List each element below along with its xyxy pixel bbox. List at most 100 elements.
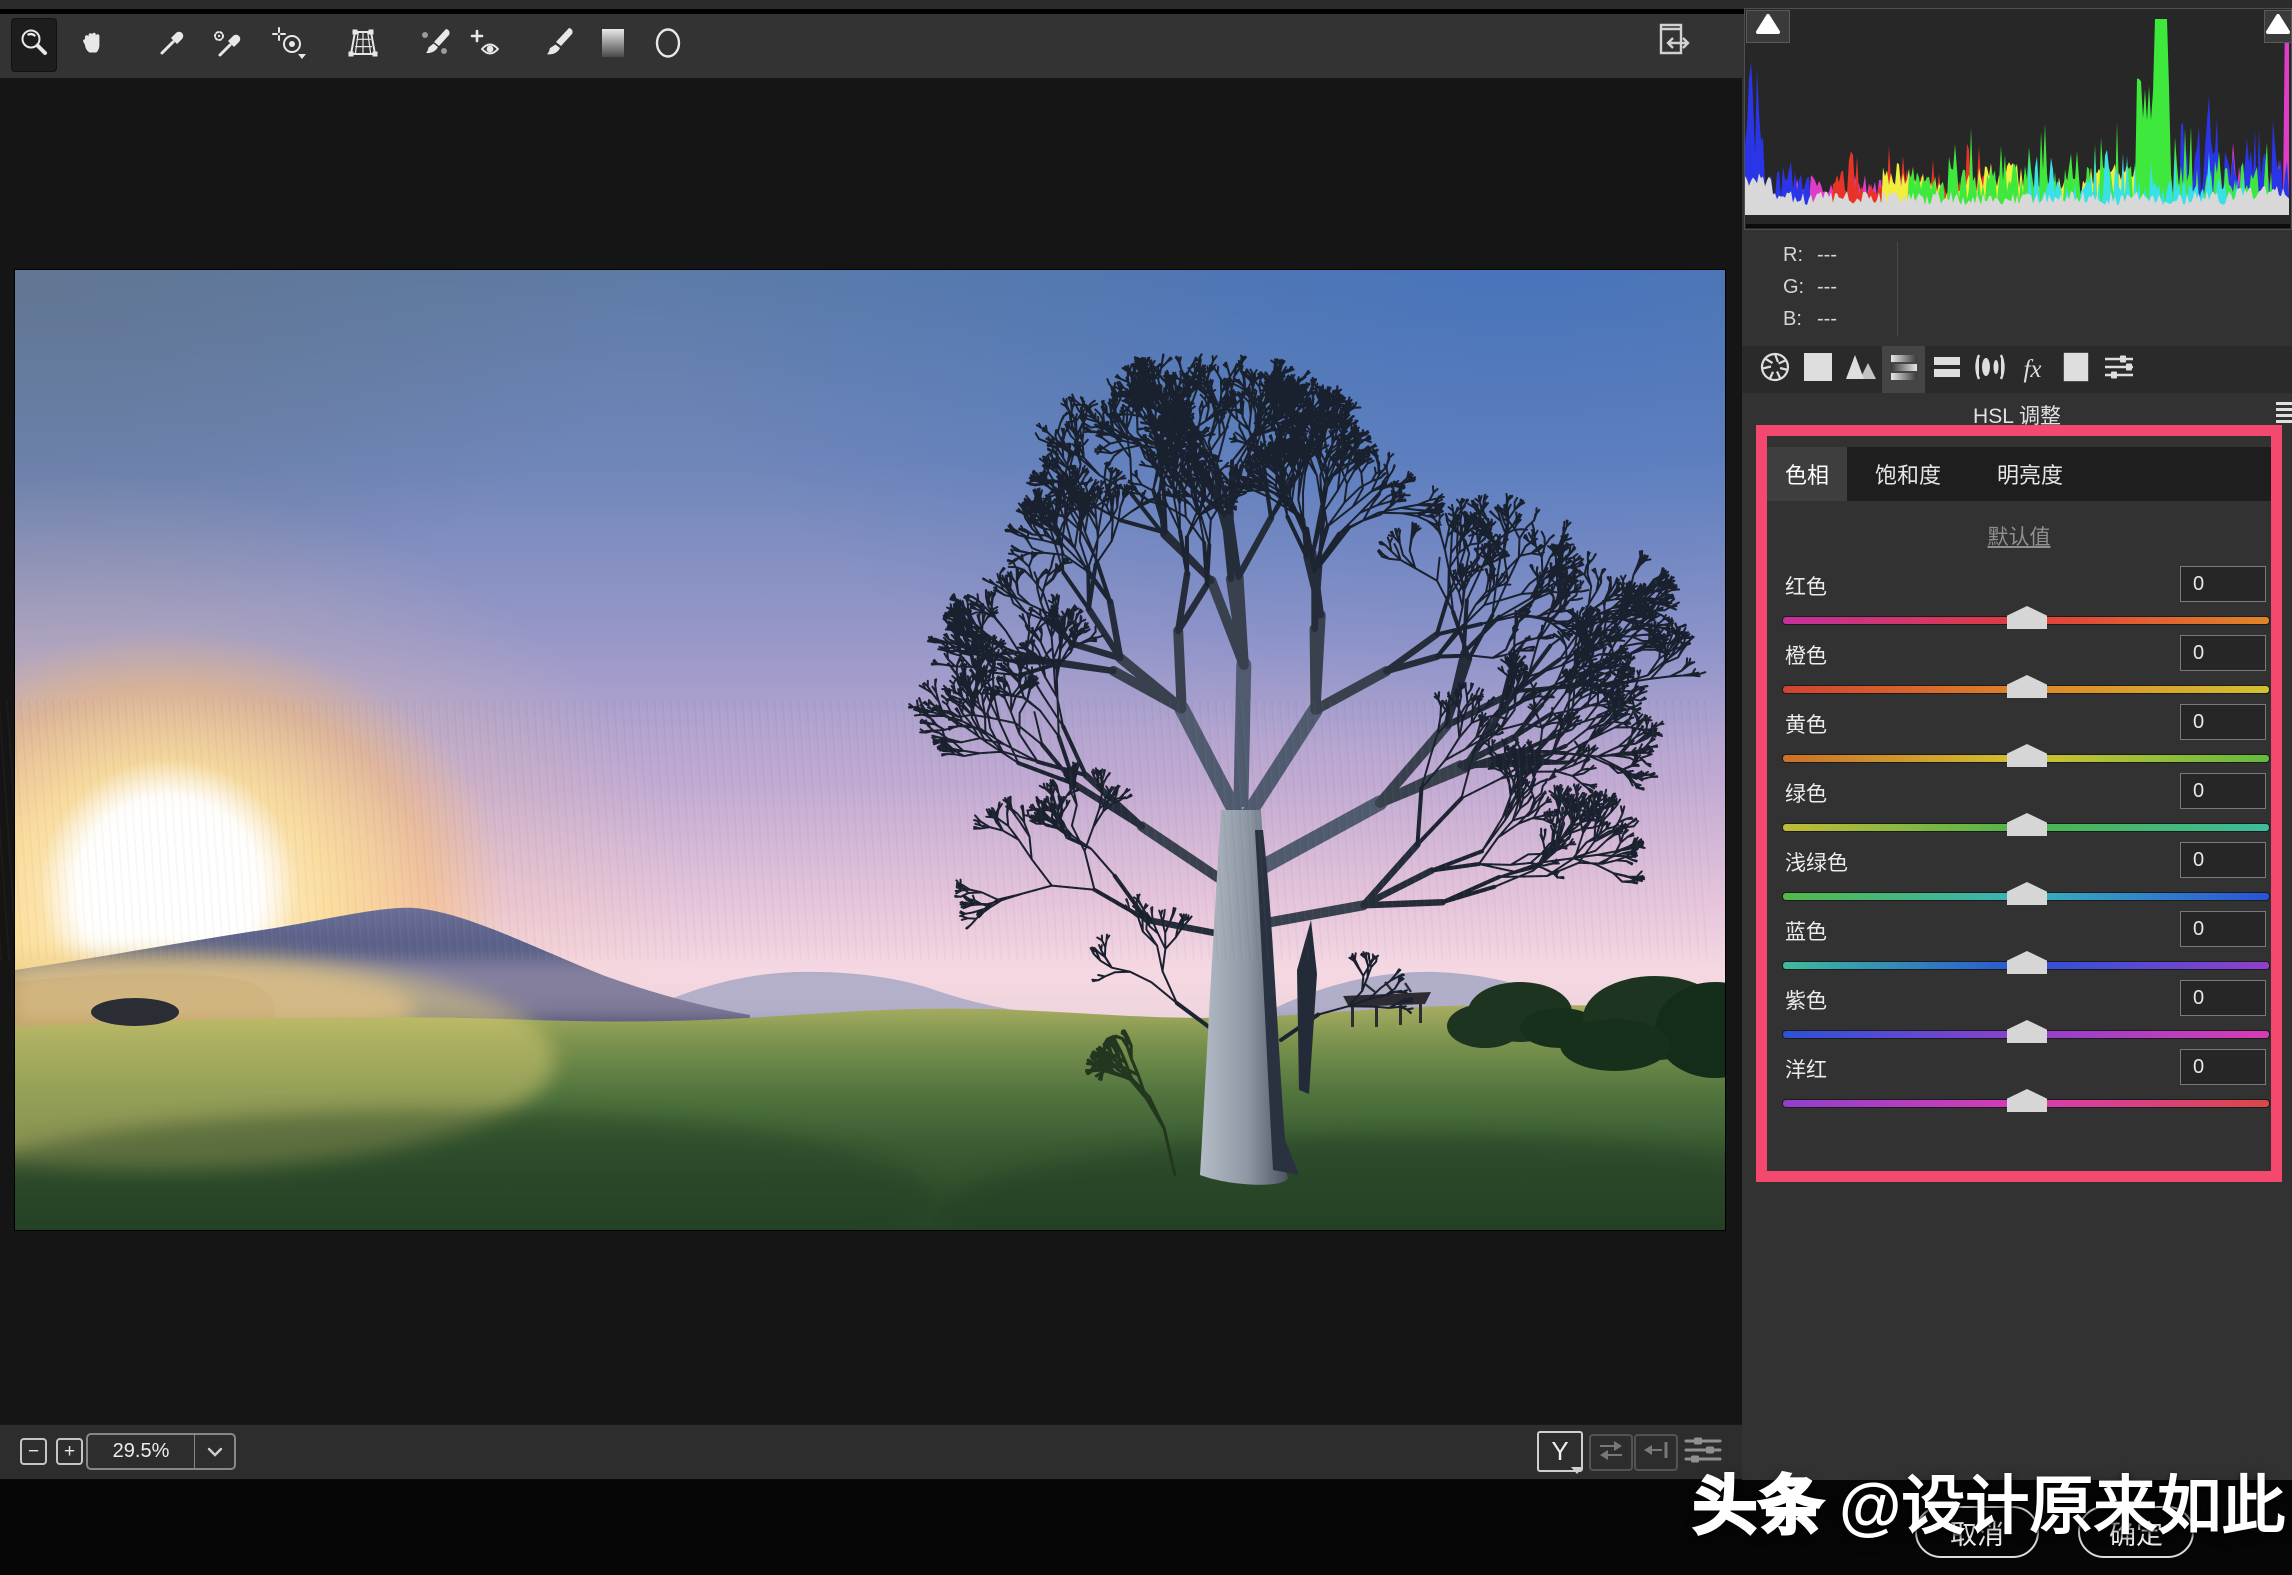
magnifier-icon (18, 27, 50, 64)
value-input[interactable]: 0 (2180, 980, 2266, 1016)
slider-orange: 橙色 0 (1781, 634, 2271, 703)
y-view-label: Y (1551, 1436, 1568, 1467)
tab-hue[interactable]: 色相 (1767, 447, 1847, 501)
arrow-to-bar-icon (1642, 1438, 1670, 1467)
perspective-grid-icon (346, 26, 380, 65)
tab-detail[interactable] (1839, 346, 1882, 393)
caret-down-icon (1571, 1467, 1583, 1474)
triangles-icon (1845, 353, 1877, 386)
targeted-adjustment-tool-button[interactable] (267, 18, 313, 72)
slider-thumb[interactable] (2007, 675, 2047, 698)
zoom-tool-button[interactable] (11, 18, 57, 72)
watermark: 头条@设计原来如此 (1693, 1455, 2285, 1547)
slider-aqua: 浅绿色 0 (1781, 841, 2271, 910)
panel-toggle-arrows-icon (1651, 17, 1695, 66)
preview-status-bar: − + 29.5% Y (0, 1424, 1742, 1479)
adjustment-tabs: fx (1742, 346, 2292, 393)
hsl-bars-icon (1889, 352, 1919, 387)
tab-lens-corrections[interactable] (1968, 346, 2011, 393)
slider-thumb[interactable] (2007, 1020, 2047, 1043)
color-sampler-tool-button[interactable] (204, 18, 250, 72)
zoom-out-button[interactable]: − (20, 1438, 47, 1465)
target-circle-icon (271, 26, 309, 65)
graduated-filter-tool-button[interactable] (590, 18, 636, 72)
hsl-subtabs: 色相 饱和度 明亮度 (1767, 447, 2271, 501)
slider-yellow: 黄色 0 (1781, 703, 2271, 772)
split-bars-icon (1932, 352, 1962, 387)
tab-hsl-grayscale[interactable] (1882, 346, 1925, 393)
value-input[interactable]: 0 (2180, 911, 2266, 947)
tab-effects[interactable]: fx (2011, 346, 2054, 393)
aperture-icon (1760, 352, 1790, 387)
brush-icon (540, 26, 574, 65)
swap-before-after-button[interactable] (1589, 1434, 1633, 1471)
value-input[interactable]: 0 (2180, 566, 2266, 602)
grass-texture-overlay (0, 700, 1710, 960)
value-input[interactable]: 0 (2180, 773, 2266, 809)
spot-removal-tool-button[interactable] (412, 18, 458, 72)
value-input[interactable]: 0 (2180, 704, 2266, 740)
tab-basic[interactable] (1753, 346, 1796, 393)
slider-thumb[interactable] (2007, 951, 2047, 974)
tab-split-toning[interactable] (1925, 346, 1968, 393)
zoom-level-select[interactable]: 29.5% (86, 1433, 236, 1470)
slider-thumb[interactable] (2007, 744, 2047, 767)
zoom-in-button[interactable]: + (56, 1438, 83, 1465)
slider-thumb[interactable] (2007, 882, 2047, 905)
gradient-square-icon (598, 26, 628, 65)
highlight-clipping-toggle[interactable] (2264, 10, 2292, 43)
slider-red: 红色 0 (1781, 565, 2271, 634)
tab-camera-calibration[interactable] (2054, 346, 2097, 393)
adjustment-brush-tool-button[interactable] (534, 18, 580, 72)
value-input[interactable]: 0 (2180, 635, 2266, 671)
hand-tool-button[interactable] (70, 18, 116, 72)
fx-icon: fx (2023, 356, 2041, 384)
clipping-triangle-icon (1756, 13, 1780, 40)
slider-magenta: 洋红 0 (1781, 1048, 2271, 1117)
radial-filter-tool-button[interactable] (645, 18, 691, 72)
rgb-readout-g: G:--- (1783, 276, 2003, 308)
shadow-clipping-toggle[interactable] (1746, 10, 1790, 43)
tab-presets[interactable] (2097, 346, 2140, 393)
tab-luminance[interactable]: 明亮度 (1969, 447, 2091, 501)
red-eye-icon (469, 27, 505, 64)
slider-thumb[interactable] (2007, 606, 2047, 629)
slider-green: 绿色 0 (1781, 772, 2271, 841)
white-balance-tool-button[interactable] (149, 18, 195, 72)
swap-arrows-icon (1597, 1438, 1625, 1467)
apply-before-settings-button[interactable] (1634, 1434, 1678, 1471)
film-strip-icon (2062, 352, 2090, 387)
divider (1897, 242, 1898, 336)
hand-icon (77, 27, 109, 64)
tool-bar (0, 14, 1742, 80)
lens-icon (1973, 352, 2007, 387)
zoom-level-value: 29.5% (88, 1435, 194, 1468)
rgb-readout-b: B:--- (1783, 308, 2003, 340)
default-values-link[interactable]: 默认值 (1767, 521, 2271, 551)
camera-raw-dialog: − + 29.5% Y R:--- G:--- B:--- (0, 0, 2292, 1575)
chevron-down-icon (195, 1435, 234, 1468)
clipping-triangle-icon (2266, 13, 2290, 40)
red-eye-tool-button[interactable] (464, 18, 510, 72)
tab-tone-curve[interactable] (1796, 346, 1839, 393)
eyedropper-icon (156, 27, 188, 64)
value-input[interactable]: 0 (2180, 842, 2266, 878)
slider-thumb[interactable] (2007, 813, 2047, 836)
slider-thumb[interactable] (2007, 1089, 2047, 1112)
slider-purple: 紫色 0 (1781, 979, 2271, 1048)
histogram (1744, 8, 2292, 230)
ellipse-icon (651, 25, 685, 66)
transform-tool-button[interactable] (340, 18, 386, 72)
hsl-sliders: 红色 0 橙色 0 黄色 0 绿色 0 浅绿色 0 (1781, 565, 2271, 1121)
sampler-eyedropper-icon (210, 27, 244, 64)
presets-sliders-icon (2103, 352, 2135, 387)
before-after-view-button[interactable]: Y (1537, 1431, 1583, 1472)
tab-saturation[interactable]: 饱和度 (1847, 447, 1969, 501)
value-input[interactable]: 0 (2180, 1049, 2266, 1085)
rgb-readout-r: R:--- (1783, 244, 2003, 276)
toggle-filmstrip-button[interactable] (1648, 16, 1698, 66)
divider (1746, 224, 2290, 228)
slider-blue: 蓝色 0 (1781, 910, 2271, 979)
curve-grid-icon (1803, 352, 1833, 387)
panel-menu-icon[interactable] (2276, 402, 2292, 424)
